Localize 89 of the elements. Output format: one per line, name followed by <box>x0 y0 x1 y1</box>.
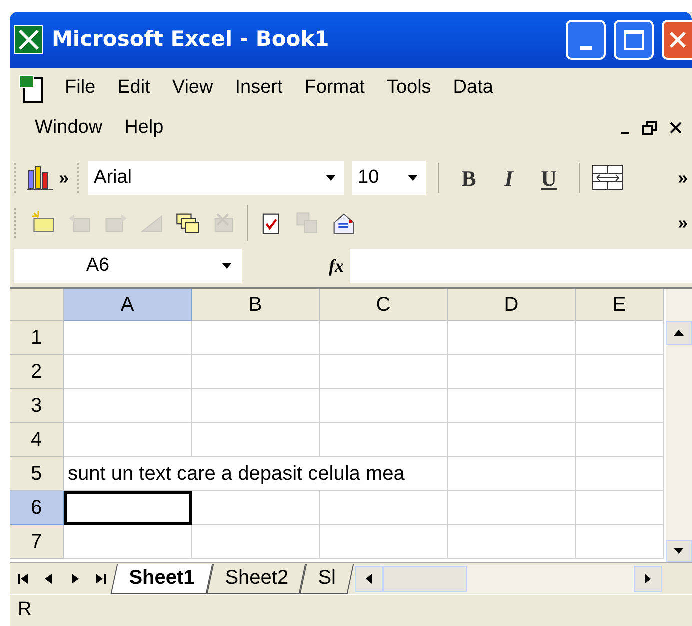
active-cell[interactable] <box>64 491 192 525</box>
grid-cell[interactable] <box>576 491 664 525</box>
insert-function-button[interactable]: fx <box>242 252 350 280</box>
grid-cell[interactable] <box>192 355 320 389</box>
grid-cell[interactable] <box>192 491 320 525</box>
grid-cell[interactable] <box>320 525 448 559</box>
name-box[interactable]: A6 <box>14 249 242 283</box>
grid-cell[interactable] <box>64 321 192 355</box>
close-workbook-icon[interactable] <box>668 120 684 136</box>
menu-item[interactable]: Format <box>294 68 376 108</box>
menu-item[interactable]: Help <box>114 108 175 148</box>
grid-cell[interactable] <box>448 423 576 457</box>
merge-center-icon[interactable] <box>592 165 624 191</box>
column-header[interactable]: A <box>64 289 192 321</box>
grid-cell[interactable] <box>64 389 192 423</box>
grid-cell[interactable] <box>192 525 320 559</box>
font-field[interactable]: Arial <box>88 161 344 195</box>
grid-cell[interactable] <box>192 321 320 355</box>
grid-cell[interactable] <box>320 389 448 423</box>
menu-item[interactable]: Window <box>24 108 114 148</box>
sheet-tab[interactable]: Sl <box>300 564 354 594</box>
formula-field[interactable] <box>350 249 692 283</box>
sheet-tab[interactable]: Sheet2 <box>206 564 306 594</box>
menu-item[interactable]: Edit <box>106 68 162 108</box>
column-header[interactable]: B <box>192 289 320 321</box>
column-header[interactable]: E <box>576 289 664 321</box>
row-header[interactable]: 3 <box>10 389 64 423</box>
font-size-field[interactable]: 10 <box>352 161 426 195</box>
close-icon <box>668 30 688 50</box>
grid-cell[interactable] <box>576 423 664 457</box>
sheet-tab[interactable]: Sheet1 <box>110 564 213 594</box>
menu-item[interactable]: View <box>161 68 224 108</box>
menu-item[interactable]: Tools <box>376 68 442 108</box>
row-header[interactable]: 4 <box>10 423 64 457</box>
grid-cell[interactable] <box>576 389 664 423</box>
grid-cell[interactable] <box>448 491 576 525</box>
scroll-right-icon[interactable] <box>645 574 651 584</box>
row-header[interactable]: 6 <box>10 491 64 525</box>
row-header[interactable]: 5 <box>10 457 64 491</box>
grid-cell[interactable] <box>576 457 664 491</box>
bold-button[interactable]: B <box>451 162 488 194</box>
toolbar-overflow-button[interactable]: » <box>59 169 70 187</box>
grid-cell[interactable] <box>192 423 320 457</box>
horizontal-scrollbar[interactable] <box>354 564 662 592</box>
vertical-scrollbar[interactable] <box>666 289 692 562</box>
scroll-left-icon[interactable] <box>366 574 372 584</box>
italic-button[interactable]: I <box>491 162 528 194</box>
toolbar-overflow-button[interactable]: » <box>678 169 692 187</box>
grid-cell[interactable] <box>576 355 664 389</box>
restore-workbook-icon[interactable] <box>640 120 660 136</box>
grid-cell[interactable] <box>192 389 320 423</box>
grid-cell[interactable] <box>64 423 192 457</box>
row-header[interactable]: 7 <box>10 525 64 559</box>
menu-item[interactable]: Insert <box>224 68 294 108</box>
minimize-button[interactable] <box>566 20 606 60</box>
maximize-button[interactable] <box>614 20 654 60</box>
underline-button[interactable]: U <box>531 162 568 194</box>
scroll-up-icon[interactable] <box>674 330 684 336</box>
workbook-icon[interactable] <box>18 74 46 106</box>
window-title: Microsoft Excel - Book1 <box>52 26 330 54</box>
grid-cell[interactable] <box>576 321 664 355</box>
select-all-corner[interactable] <box>10 289 64 321</box>
grid-cell[interactable] <box>320 355 448 389</box>
grid-cell[interactable] <box>320 321 448 355</box>
dropdown-arrow-icon[interactable] <box>326 175 336 181</box>
row-header[interactable]: 1 <box>10 321 64 355</box>
grid-cell[interactable] <box>448 355 576 389</box>
column-header[interactable]: D <box>448 289 576 321</box>
toolbar-overflow-button[interactable]: » <box>678 214 692 232</box>
grid-cell[interactable] <box>448 457 576 491</box>
dropdown-arrow-icon[interactable] <box>408 175 418 181</box>
grid-cell[interactable] <box>576 525 664 559</box>
menu-item[interactable]: File <box>54 68 107 108</box>
close-button[interactable] <box>662 20 692 60</box>
spreadsheet-app-icon <box>14 25 44 55</box>
scroll-down-icon[interactable] <box>674 548 684 554</box>
menu-item[interactable]: Data <box>442 68 504 108</box>
grid-cell[interactable] <box>448 525 576 559</box>
grid-cell[interactable] <box>448 321 576 355</box>
column-header[interactable]: C <box>320 289 448 321</box>
grid-cell[interactable]: sunt un text care a depasit celula mea <box>64 457 448 491</box>
grid-cell[interactable] <box>320 491 448 525</box>
grid-cell[interactable] <box>64 525 192 559</box>
grid-cell[interactable] <box>64 355 192 389</box>
grid-cell[interactable] <box>448 389 576 423</box>
row-header[interactable]: 2 <box>10 355 64 389</box>
grid-cell[interactable] <box>320 423 448 457</box>
dropdown-arrow-icon[interactable] <box>222 263 232 269</box>
status-text: R <box>17 598 32 622</box>
